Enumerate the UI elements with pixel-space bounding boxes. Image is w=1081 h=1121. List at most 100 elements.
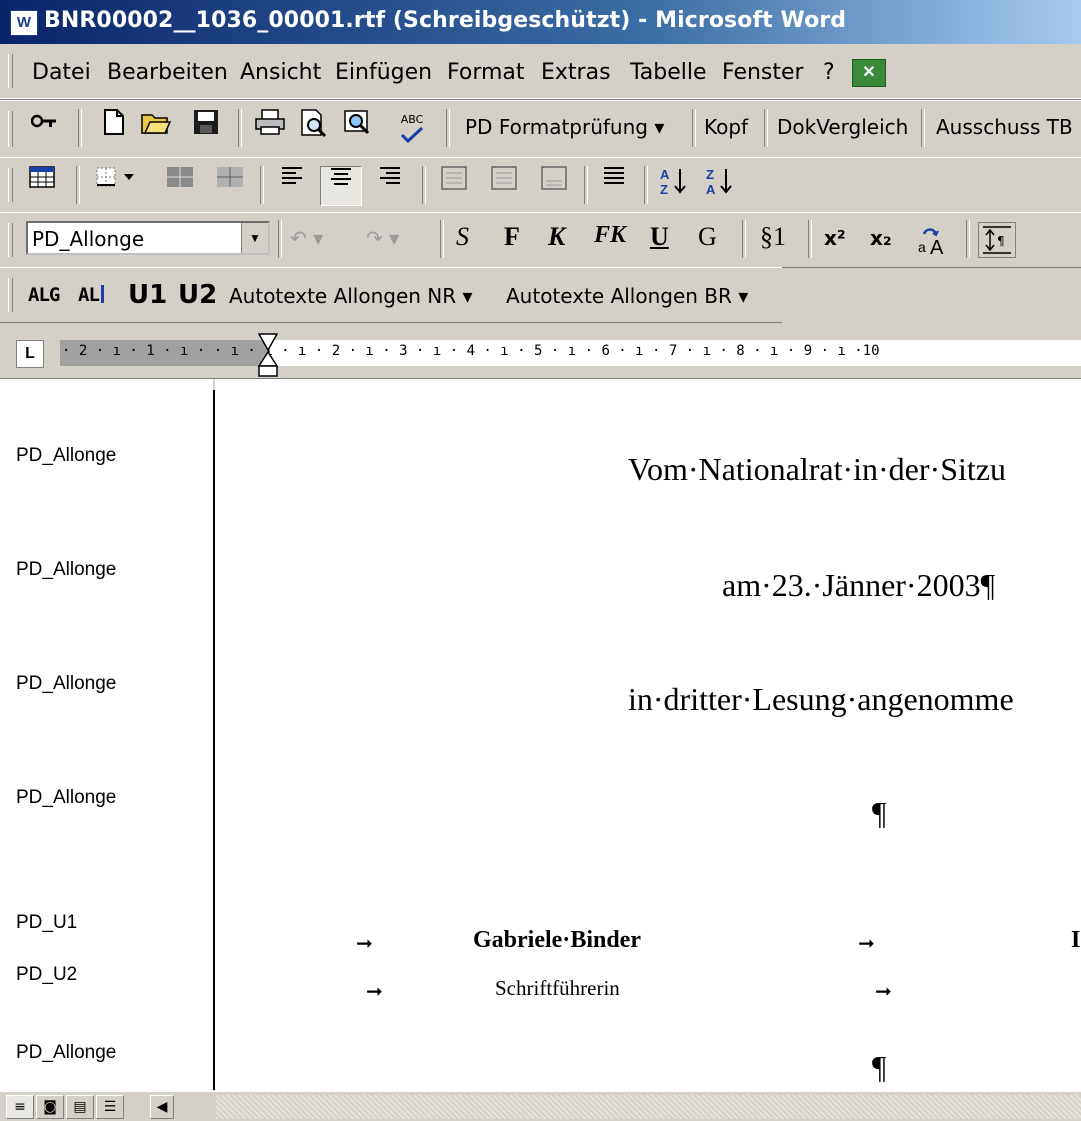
toolbar-grip[interactable] xyxy=(8,278,13,312)
separator xyxy=(692,109,696,147)
bold-italic-button[interactable]: FK xyxy=(594,222,626,249)
align-center-icon[interactable] xyxy=(320,166,362,206)
style-label: PD_Allonge xyxy=(16,445,117,466)
frame-left-icon[interactable] xyxy=(434,166,474,204)
scroll-left-icon[interactable]: ◀ xyxy=(150,1095,174,1119)
menu-einfuegen[interactable]: Einfügen xyxy=(335,60,432,85)
signature-name-cut[interactable]: I xyxy=(1071,927,1080,954)
document-line[interactable]: in·dritter·Lesung·angenomme xyxy=(628,681,1014,718)
search-icon[interactable] xyxy=(338,109,378,147)
svg-text:A: A xyxy=(930,237,944,256)
ruler[interactable]: L · 2 · ı · 1 · ı · · ı · 1 · ı · 2 · ı … xyxy=(0,328,1081,379)
table-icon[interactable] xyxy=(22,166,62,204)
style-dropdown[interactable]: PD_Allonge ▼ xyxy=(26,221,270,255)
save-icon[interactable] xyxy=(186,109,226,147)
tab-arrow-icon: ➞ xyxy=(875,979,892,1003)
separator xyxy=(921,109,925,147)
align-right-icon[interactable] xyxy=(370,166,410,204)
autotexte-nr-dropdown[interactable]: Autotexte Allongen NR ▾ xyxy=(229,284,473,308)
toolbar-grip[interactable] xyxy=(8,168,13,202)
style-label: PD_Allonge xyxy=(16,787,117,808)
borders-icon[interactable] xyxy=(90,166,146,204)
separator xyxy=(78,109,82,147)
pilcrow[interactable]: ¶ xyxy=(872,795,887,832)
al-button[interactable]: AL xyxy=(78,284,104,306)
signature-name[interactable]: Gabriele·Binder xyxy=(473,927,641,954)
document-line[interactable]: Vom·Nationalrat·in·der·Sitzu xyxy=(628,451,1006,488)
allonge-toolbar: ALG AL U1 U2 Autotexte Allongen NR ▾ Aut… xyxy=(0,267,782,323)
autotexte-br-dropdown[interactable]: Autotexte Allongen BR ▾ xyxy=(506,284,748,308)
tab-arrow-icon: ➞ xyxy=(356,931,373,955)
align-left-icon[interactable] xyxy=(272,166,312,204)
ausschuss-tb-button[interactable]: Ausschuss TB xyxy=(936,115,1073,139)
excel-icon[interactable]: ✕ xyxy=(852,59,886,87)
alg-button[interactable]: ALG xyxy=(28,284,60,306)
key-icon[interactable] xyxy=(24,109,64,147)
paragraph-number-button[interactable]: §1 xyxy=(760,222,786,252)
horizontal-scrollbar[interactable] xyxy=(216,1095,1081,1119)
redo-icon[interactable]: ↷ ▾ xyxy=(366,226,399,250)
justify-icon[interactable] xyxy=(594,166,634,204)
style-label: PD_Allonge xyxy=(16,673,117,694)
bold-button[interactable]: F xyxy=(504,222,520,252)
toolbar-grip[interactable] xyxy=(8,54,13,88)
change-case-icon[interactable]: aA xyxy=(916,224,956,261)
print-preview-icon[interactable] xyxy=(294,109,334,147)
outline-view-icon[interactable]: ☰ xyxy=(96,1095,124,1119)
menu-tabelle[interactable]: Tabelle xyxy=(630,60,707,85)
spellcheck-icon[interactable]: ABC xyxy=(392,109,432,147)
frame-center-icon[interactable] xyxy=(484,166,524,204)
web-view-icon[interactable]: ◙ xyxy=(36,1095,64,1119)
sort-descending-icon[interactable]: ZA xyxy=(700,166,740,204)
ruler-scale: · 2 · ı · 1 · ı · · ı · 1 · ı · 2 · ı · … xyxy=(62,343,880,359)
shading-icon[interactable] xyxy=(160,166,200,204)
document-area[interactable]: Vom·Nationalrat·in·der·Sitzu am·23.·Jänn… xyxy=(215,379,1081,1091)
subscript-button[interactable]: x₂ xyxy=(870,226,892,250)
tab-arrow-icon: ➞ xyxy=(366,979,383,1003)
toolbar-grip[interactable] xyxy=(8,223,13,257)
u1-button[interactable]: U1 xyxy=(128,280,167,310)
new-document-icon[interactable] xyxy=(94,109,134,147)
view-bar: ≡ ◙ ▤ ☰ ◀ xyxy=(0,1091,1081,1121)
menu-ansicht[interactable]: Ansicht xyxy=(240,60,321,85)
indent-marker-icon[interactable] xyxy=(257,332,279,383)
tab-stop-selector[interactable]: L xyxy=(16,340,44,368)
menu-extras[interactable]: Extras xyxy=(541,60,611,85)
superscript-button[interactable]: x² xyxy=(824,226,846,250)
sort-ascending-icon[interactable]: AZ xyxy=(654,166,694,204)
style-g-button[interactable]: G xyxy=(698,222,717,252)
word-icon[interactable]: W xyxy=(10,10,38,36)
menu-bar: Datei Bearbeiten Ansicht Einfügen Format… xyxy=(0,44,1081,99)
u2-button[interactable]: U2 xyxy=(178,280,217,310)
signature-title[interactable]: Schriftführerin xyxy=(495,976,620,1001)
pilcrow[interactable]: ¶ xyxy=(872,1049,887,1086)
italic-button[interactable]: K xyxy=(548,222,565,252)
chevron-down-icon[interactable]: ▼ xyxy=(241,223,268,253)
pd-formatpruefung-button[interactable]: PD Formatprüfung ▾ xyxy=(465,115,664,139)
separator xyxy=(440,220,444,258)
normal-view-icon[interactable]: ≡ xyxy=(6,1095,34,1119)
open-folder-icon[interactable] xyxy=(136,109,176,147)
print-icon[interactable] xyxy=(250,109,290,147)
menu-datei[interactable]: Datei xyxy=(32,60,91,85)
toolbar-grip[interactable] xyxy=(8,111,13,147)
tab-arrow-icon: ➞ xyxy=(858,931,875,955)
separator xyxy=(808,220,812,258)
style-s-button[interactable]: S xyxy=(456,222,469,252)
line-spacing-icon[interactable]: ¶ xyxy=(978,222,1016,258)
underline-button[interactable]: U xyxy=(650,222,669,252)
menu-help[interactable]: ? xyxy=(823,60,835,85)
undo-icon[interactable]: ↶ ▾ xyxy=(290,226,323,250)
svg-text:a: a xyxy=(918,239,926,255)
kopf-button[interactable]: Kopf xyxy=(704,115,748,139)
style-area: PD_Allonge PD_Allonge PD_Allonge PD_Allo… xyxy=(0,379,213,1091)
dokvergleich-button[interactable]: DokVergleich xyxy=(777,115,908,139)
print-layout-view-icon[interactable]: ▤ xyxy=(66,1095,94,1119)
document-line[interactable]: am·23.·Jänner·2003¶ xyxy=(722,567,995,604)
title-bar[interactable]: W BNR00002__1036_00001.rtf (Schreibgesch… xyxy=(0,0,1081,44)
menu-bearbeiten[interactable]: Bearbeiten xyxy=(107,60,228,85)
frame-bottom-icon[interactable] xyxy=(534,166,574,204)
shading-alt-icon[interactable] xyxy=(210,166,250,204)
menu-fenster[interactable]: Fenster xyxy=(722,60,804,85)
menu-format[interactable]: Format xyxy=(447,60,525,85)
